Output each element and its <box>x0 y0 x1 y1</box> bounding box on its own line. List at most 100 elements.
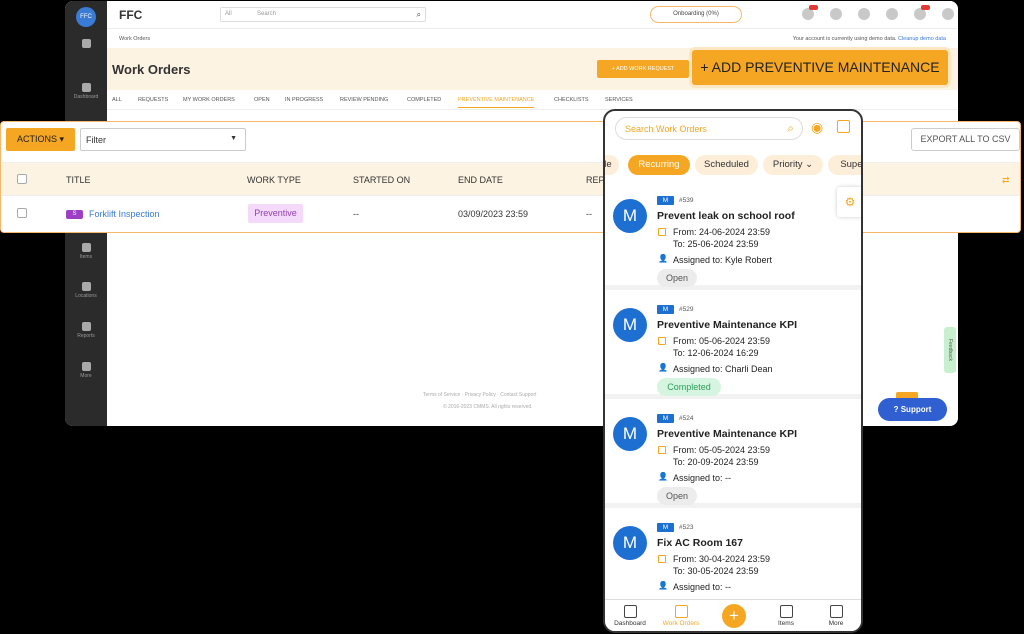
chip-recurring[interactable]: Recurring <box>628 155 690 175</box>
tab-review-pending[interactable]: REVIEW PENDING <box>340 97 388 103</box>
list-item[interactable]: M M #524 Preventive Maintenance KPI From… <box>605 404 861 508</box>
list-item[interactable]: M M #539 Prevent leak on school roof Fro… <box>605 186 861 290</box>
add-work-request-button[interactable]: + ADD WORK REQUEST <box>597 60 689 78</box>
chip-scheduled[interactable]: Scheduled <box>695 155 758 175</box>
add-preventive-maintenance-button[interactable]: + ADD PREVENTIVE MAINTENANCE <box>692 50 948 85</box>
more-icon <box>81 362 91 371</box>
tab-my-work-orders[interactable]: MY WORK ORDERS <box>183 97 235 103</box>
list-item[interactable]: M M #523 Fix AC Room 167 From: 30-04-202… <box>605 513 861 603</box>
row-title-cell: S Forklift Inspection <box>66 209 160 220</box>
breadcrumb[interactable]: Work Orders <box>119 36 150 42</box>
search-input[interactable]: Search <box>257 11 276 17</box>
calendar-icon <box>658 337 666 345</box>
gear-icon[interactable] <box>942 8 954 20</box>
avatar: M <box>613 199 647 233</box>
feedback-tab[interactable]: Feedback <box>944 327 956 373</box>
table-row[interactable]: S Forklift Inspection Preventive -- 03/09… <box>2 196 1020 232</box>
chip-supervisor[interactable]: Super <box>828 155 861 175</box>
add-fab-button[interactable]: + <box>722 604 746 628</box>
avatar: M <box>613 308 647 342</box>
assigned-to: Assigned to: -- <box>673 582 732 592</box>
search-icon[interactable]: ⌕ <box>417 10 421 20</box>
bottom-nav: Dashboard Work Orders + Items More <box>605 599 861 631</box>
sidebar-item-items[interactable]: Items <box>65 243 107 260</box>
mobile-search-input[interactable]: Search Work Orders ⌕ <box>615 117 803 140</box>
eye-icon[interactable]: ◉ <box>811 119 823 136</box>
column-title[interactable]: TITLE <box>66 175 91 185</box>
status-tabs: ALL REQUESTS MY WORK ORDERS OPEN IN PROG… <box>107 90 958 110</box>
table-header: TITLE WORK TYPE STARTED ON END DATE REPE… <box>2 162 1020 196</box>
sidebar-item-locations[interactable]: Locations <box>65 282 107 299</box>
global-search[interactable]: All Search ⌕ <box>220 7 426 22</box>
row-checkbox[interactable] <box>17 208 27 218</box>
nav-items[interactable]: Items <box>761 600 811 627</box>
column-toggle-icon[interactable]: ⇄ <box>1002 175 1010 186</box>
tab-completed[interactable]: COMPLETED <box>407 97 441 103</box>
tab-requests[interactable]: REQUESTS <box>138 97 168 103</box>
grid-icon <box>623 605 637 618</box>
cleanup-demo-link[interactable]: Cleanup demo data <box>898 36 946 42</box>
notifications-icon[interactable] <box>914 5 930 20</box>
tab-preventive-maintenance[interactable]: PREVENTIVE MAINTENANCE <box>458 97 535 108</box>
sidebar-item-more[interactable]: More <box>65 362 107 379</box>
nav-work-orders[interactable]: Work Orders <box>656 600 706 627</box>
status-badge: Completed <box>657 378 721 396</box>
box-icon <box>81 243 91 252</box>
location-icon <box>81 282 91 291</box>
filter-select[interactable]: Filter ▼ <box>80 128 246 151</box>
search-scope-select[interactable]: All <box>225 11 232 17</box>
chip-priority[interactable]: Priority ⌄ <box>763 155 823 175</box>
tab-in-progress[interactable]: IN PROGRESS <box>285 97 323 103</box>
row-title-link[interactable]: Forklift Inspection <box>89 209 160 219</box>
export-csv-button[interactable]: EXPORT ALL TO CSV <box>911 128 1020 151</box>
select-all-checkbox[interactable] <box>17 174 27 184</box>
sliders-icon[interactable]: ⚙ <box>837 187 861 217</box>
chevron-down-icon: ⌄ <box>805 159 814 170</box>
mobile-screen: Search Work Orders ⌕ ◉ le Recurring Sche… <box>603 109 863 633</box>
assigned-to: Assigned to: Charli Dean <box>673 364 773 374</box>
sidebar-item-dashboard[interactable]: Dashboard <box>65 83 107 100</box>
footer-copyright: © 2016-2023 CMMS. All rights reserved. <box>443 404 533 410</box>
search-icon[interactable]: ⌕ <box>787 121 794 136</box>
demo-note: Your account is currently using demo dat… <box>792 36 946 42</box>
row-started-on: -- <box>353 209 359 219</box>
avatar: M <box>613 417 647 451</box>
tab-all[interactable]: ALL <box>112 97 122 103</box>
priority-tag: S <box>66 210 83 220</box>
top-bar: FFC All Search ⌕ Onboarding (0%) <box>107 1 958 29</box>
chip-partial[interactable]: le <box>605 155 619 175</box>
nav-more[interactable]: More <box>811 600 861 627</box>
work-order-title: Preventive Maintenance KPI <box>657 319 798 331</box>
status-badge: Open <box>657 487 697 505</box>
cart-icon[interactable] <box>886 8 898 20</box>
calendar-icon[interactable] <box>837 120 850 133</box>
clock-icon[interactable] <box>830 8 842 20</box>
sidebar-item-profile[interactable] <box>65 39 107 50</box>
column-started-on[interactable]: STARTED ON <box>353 175 410 185</box>
list-item[interactable]: M M #529 Preventive Maintenance KPI From… <box>605 295 861 399</box>
from-date: From: 05-06-2024 23:59 <box>673 336 771 346</box>
tab-open[interactable]: OPEN <box>254 97 270 103</box>
calendar-icon <box>658 555 666 563</box>
work-order-number: #524 <box>679 415 694 422</box>
app-logo[interactable]: FFC <box>76 7 96 27</box>
tab-services[interactable]: SERVICES <box>605 97 633 103</box>
nav-dashboard[interactable]: Dashboard <box>605 600 655 627</box>
to-date: To: 20-09-2024 23:59 <box>673 457 759 467</box>
column-work-type[interactable]: WORK TYPE <box>247 175 301 185</box>
type-tag: M <box>657 414 674 423</box>
support-button[interactable]: ? Support <box>878 398 947 421</box>
filter-placeholder: Filter <box>86 135 106 145</box>
caret-down-icon: ▼ <box>230 135 237 142</box>
tab-checklists[interactable]: CHECKLISTS <box>554 97 589 103</box>
sidebar-item-reports[interactable]: Reports <box>65 322 107 339</box>
brand-name: FFC <box>119 8 143 22</box>
avatar: M <box>613 526 647 560</box>
footer-links[interactable]: Terms of Service · Privacy Policy · Cont… <box>423 392 536 398</box>
to-date: To: 25-06-2024 23:59 <box>673 239 759 249</box>
column-end-date[interactable]: END DATE <box>458 175 503 185</box>
bell-icon[interactable] <box>802 5 818 20</box>
onboarding-progress[interactable]: Onboarding (0%) <box>650 6 742 23</box>
actions-dropdown[interactable]: ACTIONS ▾ <box>6 128 75 151</box>
calendar-icon[interactable] <box>858 8 870 20</box>
